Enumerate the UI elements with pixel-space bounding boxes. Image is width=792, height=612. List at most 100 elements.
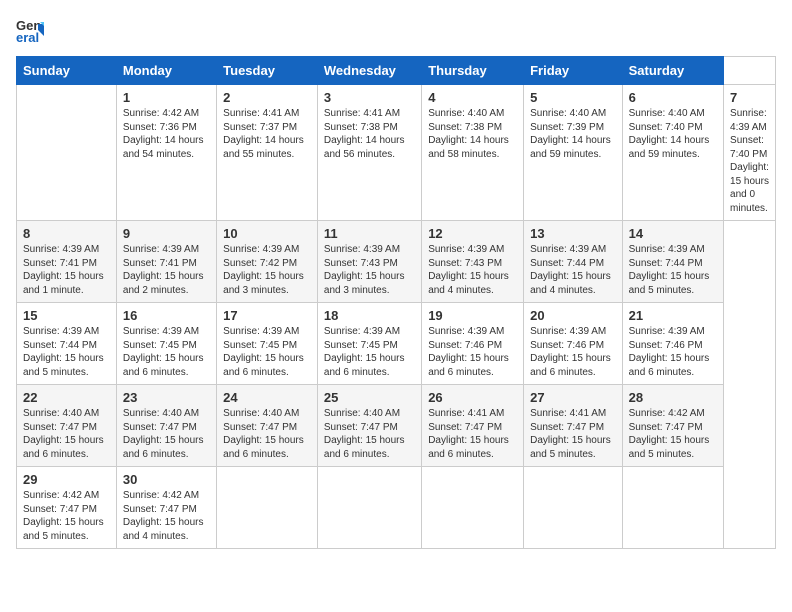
empty-cell — [17, 85, 117, 221]
day-number: 18 — [324, 308, 415, 323]
day-content: Sunrise: 4:40 AM Sunset: 7:47 PM Dayligh… — [223, 407, 311, 461]
calendar-day-cell: 18 Sunrise: 4:39 AM Sunset: 7:45 PM Dayli… — [317, 303, 421, 385]
day-number: 6 — [629, 90, 717, 105]
calendar-day-cell: 25 Sunrise: 4:40 AM Sunset: 7:47 PM Dayli… — [317, 385, 421, 467]
day-number: 23 — [123, 390, 210, 405]
day-content: Sunrise: 4:42 AM Sunset: 7:47 PM Dayligh… — [629, 407, 717, 461]
logo-icon: Gen eral — [16, 16, 44, 44]
empty-cell — [622, 467, 723, 549]
day-content: Sunrise: 4:41 AM Sunset: 7:38 PM Dayligh… — [324, 107, 415, 161]
calendar-day-cell: 16Sunrise: 4:39 AM Sunset: 7:45 PM Dayli… — [116, 303, 216, 385]
day-content: Sunrise: 4:40 AM Sunset: 7:39 PM Dayligh… — [530, 107, 616, 161]
day-number: 16 — [123, 308, 210, 323]
day-number: 25 — [324, 390, 415, 405]
day-number: 27 — [530, 390, 616, 405]
calendar-day-cell: 23 Sunrise: 4:40 AM Sunset: 7:47 PM Dayli… — [116, 385, 216, 467]
day-content: Sunrise: 4:39 AM Sunset: 7:43 PM Dayligh… — [324, 243, 415, 297]
day-content: Sunrise: 4:39 AM Sunset: 7:45 PM Dayligh… — [223, 325, 311, 379]
day-content: Sunrise: 4:42 AM Sunset: 7:47 PM Dayligh… — [123, 489, 210, 543]
day-content: Sunrise: 4:39 AM Sunset: 7:44 PM Dayligh… — [629, 243, 717, 297]
day-content: Sunrise: 4:39 AM Sunset: 7:41 PM Dayligh… — [23, 243, 110, 297]
empty-cell — [317, 467, 421, 549]
calendar-day-cell: 12 Sunrise: 4:39 AM Sunset: 7:43 PM Dayli… — [422, 221, 524, 303]
calendar-day-cell: 30 Sunrise: 4:42 AM Sunset: 7:47 PM Dayli… — [116, 467, 216, 549]
empty-cell — [422, 467, 524, 549]
calendar-header-tuesday: Tuesday — [217, 57, 318, 85]
calendar-week-row: 8 Sunrise: 4:39 AM Sunset: 7:41 PM Daylig… — [17, 221, 776, 303]
day-number: 3 — [324, 90, 415, 105]
day-number: 8 — [23, 226, 110, 241]
calendar-day-cell: 22 Sunrise: 4:40 AM Sunset: 7:47 PM Dayli… — [17, 385, 117, 467]
calendar-header-saturday: Saturday — [622, 57, 723, 85]
day-content: Sunrise: 4:42 AM Sunset: 7:47 PM Dayligh… — [23, 489, 110, 543]
day-content: Sunrise: 4:42 AM Sunset: 7:36 PM Dayligh… — [123, 107, 210, 161]
day-content: Sunrise: 4:40 AM Sunset: 7:47 PM Dayligh… — [123, 407, 210, 461]
calendar-day-cell: 15Sunrise: 4:39 AM Sunset: 7:44 PM Dayli… — [17, 303, 117, 385]
day-number: 5 — [530, 90, 616, 105]
day-number: 12 — [428, 226, 517, 241]
calendar-day-cell: 13 Sunrise: 4:39 AM Sunset: 7:44 PM Dayli… — [524, 221, 623, 303]
day-number: 1 — [123, 90, 210, 105]
calendar-header-monday: Monday — [116, 57, 216, 85]
day-content: Sunrise: 4:41 AM Sunset: 7:47 PM Dayligh… — [530, 407, 616, 461]
calendar-day-cell: 20Sunrise: 4:39 AM Sunset: 7:46 PM Dayli… — [524, 303, 623, 385]
day-number: 4 — [428, 90, 517, 105]
calendar-week-row: 1 Sunrise: 4:42 AM Sunset: 7:36 PM Daylig… — [17, 85, 776, 221]
day-number: 14 — [629, 226, 717, 241]
calendar-day-cell: 1 Sunrise: 4:42 AM Sunset: 7:36 PM Daylig… — [116, 85, 216, 221]
day-content: Sunrise: 4:40 AM Sunset: 7:47 PM Dayligh… — [324, 407, 415, 461]
day-number: 19 — [428, 308, 517, 323]
day-content: Sunrise: 4:39 AM Sunset: 7:40 PM Dayligh… — [730, 107, 769, 215]
calendar-day-cell: 29Sunrise: 4:42 AM Sunset: 7:47 PM Dayli… — [17, 467, 117, 549]
header: Gen eral — [16, 16, 776, 44]
day-content: Sunrise: 4:40 AM Sunset: 7:38 PM Dayligh… — [428, 107, 517, 161]
day-number: 9 — [123, 226, 210, 241]
day-number: 17 — [223, 308, 311, 323]
day-content: Sunrise: 4:41 AM Sunset: 7:37 PM Dayligh… — [223, 107, 311, 161]
calendar-day-cell: 4 Sunrise: 4:40 AM Sunset: 7:38 PM Daylig… — [422, 85, 524, 221]
day-content: Sunrise: 4:40 AM Sunset: 7:47 PM Dayligh… — [23, 407, 110, 461]
calendar-day-cell: 2 Sunrise: 4:41 AM Sunset: 7:37 PM Daylig… — [217, 85, 318, 221]
logo: Gen eral — [16, 16, 48, 44]
calendar-header-friday: Friday — [524, 57, 623, 85]
calendar-day-cell: 19 Sunrise: 4:39 AM Sunset: 7:46 PM Dayli… — [422, 303, 524, 385]
calendar-table: SundayMondayTuesdayWednesdayThursdayFrid… — [16, 56, 776, 549]
day-number: 24 — [223, 390, 311, 405]
day-number: 21 — [629, 308, 717, 323]
day-number: 13 — [530, 226, 616, 241]
day-number: 26 — [428, 390, 517, 405]
empty-cell — [524, 467, 623, 549]
day-number: 30 — [123, 472, 210, 487]
day-content: Sunrise: 4:39 AM Sunset: 7:43 PM Dayligh… — [428, 243, 517, 297]
day-number: 7 — [730, 90, 769, 105]
day-number: 11 — [324, 226, 415, 241]
day-content: Sunrise: 4:39 AM Sunset: 7:46 PM Dayligh… — [428, 325, 517, 379]
calendar-week-row: 22 Sunrise: 4:40 AM Sunset: 7:47 PM Dayli… — [17, 385, 776, 467]
day-content: Sunrise: 4:39 AM Sunset: 7:41 PM Dayligh… — [123, 243, 210, 297]
day-content: Sunrise: 4:39 AM Sunset: 7:42 PM Dayligh… — [223, 243, 311, 297]
calendar-day-cell: 7 Sunrise: 4:39 AM Sunset: 7:40 PM Daylig… — [724, 85, 776, 221]
calendar-day-cell: 17 Sunrise: 4:39 AM Sunset: 7:45 PM Dayli… — [217, 303, 318, 385]
empty-cell — [217, 467, 318, 549]
calendar-day-cell: 24 Sunrise: 4:40 AM Sunset: 7:47 PM Dayli… — [217, 385, 318, 467]
day-content: Sunrise: 4:40 AM Sunset: 7:40 PM Dayligh… — [629, 107, 717, 161]
calendar-week-row: 15Sunrise: 4:39 AM Sunset: 7:44 PM Dayli… — [17, 303, 776, 385]
day-number: 10 — [223, 226, 311, 241]
calendar-week-row: 29Sunrise: 4:42 AM Sunset: 7:47 PM Dayli… — [17, 467, 776, 549]
calendar-day-cell: 3 Sunrise: 4:41 AM Sunset: 7:38 PM Daylig… — [317, 85, 421, 221]
calendar-day-cell: 27 Sunrise: 4:41 AM Sunset: 7:47 PM Dayli… — [524, 385, 623, 467]
calendar-header-row: SundayMondayTuesdayWednesdayThursdayFrid… — [17, 57, 776, 85]
day-content: Sunrise: 4:39 AM Sunset: 7:44 PM Dayligh… — [530, 243, 616, 297]
calendar-header-thursday: Thursday — [422, 57, 524, 85]
calendar-day-cell: 28Sunrise: 4:42 AM Sunset: 7:47 PM Dayli… — [622, 385, 723, 467]
calendar-body: 1 Sunrise: 4:42 AM Sunset: 7:36 PM Daylig… — [17, 85, 776, 549]
day-number: 15 — [23, 308, 110, 323]
day-number: 2 — [223, 90, 311, 105]
svg-text:eral: eral — [16, 30, 39, 44]
calendar-day-cell: 5 Sunrise: 4:40 AM Sunset: 7:39 PM Daylig… — [524, 85, 623, 221]
day-number: 22 — [23, 390, 110, 405]
calendar-header-sunday: Sunday — [17, 57, 117, 85]
calendar-day-cell: 8 Sunrise: 4:39 AM Sunset: 7:41 PM Daylig… — [17, 221, 117, 303]
calendar-day-cell: 10 Sunrise: 4:39 AM Sunset: 7:42 PM Dayli… — [217, 221, 318, 303]
day-content: Sunrise: 4:39 AM Sunset: 7:45 PM Dayligh… — [324, 325, 415, 379]
